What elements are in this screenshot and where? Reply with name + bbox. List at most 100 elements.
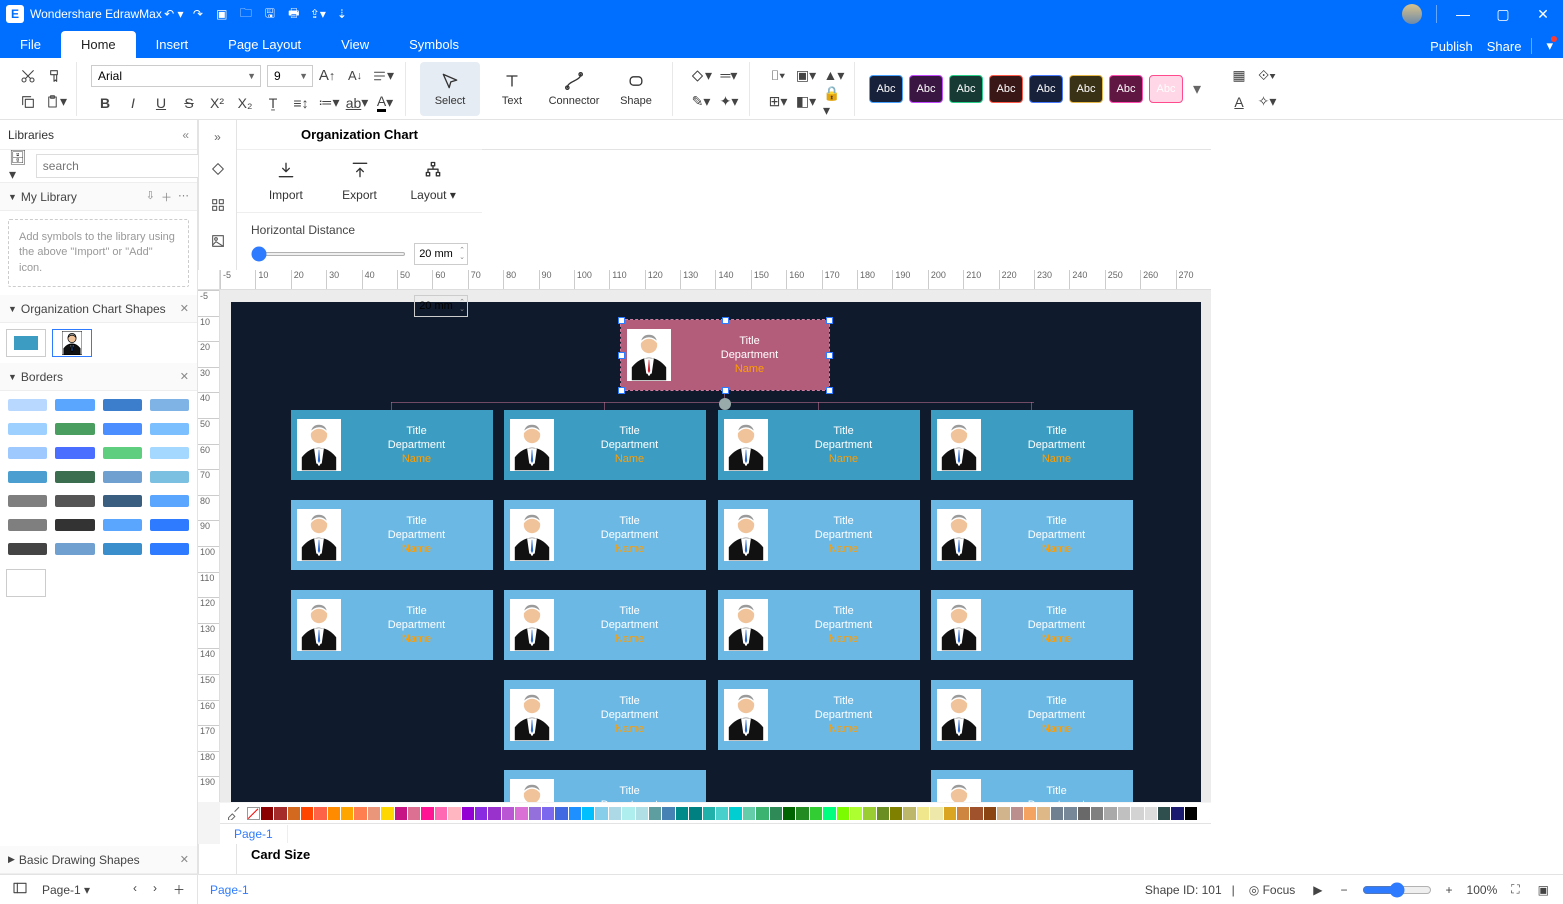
line-color-icon[interactable]: ✎▾	[690, 92, 712, 112]
color-swatch[interactable]	[462, 807, 474, 820]
org-card[interactable]: TitleDepartmentName	[504, 410, 706, 480]
play-icon[interactable]: ▶	[1309, 883, 1326, 897]
new-button[interactable]: ▣	[210, 7, 234, 21]
color-swatch[interactable]	[314, 807, 326, 820]
border-sample[interactable]	[55, 471, 94, 483]
selection-handle[interactable]	[826, 387, 833, 394]
menu-page-layout[interactable]: Page Layout	[208, 31, 321, 58]
style-swatch[interactable]: Abc	[1109, 75, 1143, 103]
border-sample[interactable]	[55, 495, 94, 507]
color-swatch[interactable]	[328, 807, 340, 820]
border-sample[interactable]	[103, 471, 142, 483]
color-swatch[interactable]	[783, 807, 795, 820]
color-swatch[interactable]	[1198, 807, 1210, 820]
selection-handle[interactable]	[618, 317, 625, 324]
color-swatch[interactable]	[569, 807, 581, 820]
org-shapes-section[interactable]: ▼Organization Chart Shapes ✕	[0, 295, 197, 323]
fill-color-icon[interactable]: ▾	[690, 66, 712, 86]
page-selector[interactable]: Page-1 ▾	[42, 883, 90, 897]
color-swatch[interactable]	[944, 807, 956, 820]
org-card[interactable]: TitleDepartmentName	[718, 410, 920, 480]
undo-button[interactable]: ↶ ▾	[162, 7, 186, 21]
bold-icon[interactable]: B	[94, 93, 116, 113]
color-swatch[interactable]	[1051, 807, 1063, 820]
add-page-icon[interactable]: ＋	[169, 881, 189, 898]
org-card[interactable]: TitleDepartmentName	[718, 500, 920, 570]
menu-view[interactable]: View	[321, 31, 389, 58]
color-swatch[interactable]	[395, 807, 407, 820]
color-swatch[interactable]	[529, 807, 541, 820]
color-swatch[interactable]	[770, 807, 782, 820]
color-swatch[interactable]	[689, 807, 701, 820]
border-sample[interactable]	[8, 447, 47, 459]
color-swatch[interactable]	[609, 807, 621, 820]
color-swatch[interactable]	[515, 807, 527, 820]
color-swatch[interactable]	[703, 807, 715, 820]
color-swatch[interactable]	[970, 807, 982, 820]
color-swatch[interactable]	[662, 807, 674, 820]
org-card[interactable]: TitleDepartmentName	[621, 320, 829, 390]
h-dist-slider[interactable]	[251, 252, 406, 256]
selection-handle[interactable]	[722, 317, 729, 324]
open-button[interactable]: 🗀	[234, 4, 258, 25]
zoom-in-icon[interactable]: +	[1442, 883, 1457, 897]
strike-icon[interactable]: S	[178, 93, 200, 113]
border-sample[interactable]	[55, 543, 94, 555]
border-sample[interactable]	[103, 495, 142, 507]
color-swatch[interactable]	[368, 807, 380, 820]
add-lib-icon[interactable]: ＋	[161, 189, 172, 205]
layout-view-icon[interactable]: ▦	[1228, 66, 1250, 86]
shadow-icon[interactable]: ✦▾	[718, 92, 740, 112]
border-sample[interactable]	[55, 399, 94, 411]
save-button[interactable]: 🖫	[258, 4, 282, 25]
text-format-icon[interactable]: A	[1228, 92, 1250, 112]
color-swatch[interactable]	[676, 807, 688, 820]
connector-tool[interactable]: Connector	[544, 62, 604, 116]
outline-view-icon[interactable]	[8, 880, 32, 899]
color-swatch[interactable]	[475, 807, 487, 820]
selection-handle[interactable]	[618, 352, 625, 359]
border-sample[interactable]	[150, 495, 189, 507]
style-swatch[interactable]: Abc	[1029, 75, 1063, 103]
format-image-icon[interactable]	[203, 226, 233, 256]
focus-button[interactable]: ◎ Focus	[1245, 883, 1300, 897]
lib-menu-icon[interactable]: ⋯	[178, 189, 189, 205]
font-size-combo[interactable]: 9▼	[267, 65, 313, 87]
bullets-icon[interactable]: ≔▾	[318, 93, 340, 113]
prev-page-icon[interactable]: ‹	[129, 881, 141, 898]
org-card[interactable]: TitleDepartmentName	[291, 590, 493, 660]
align-icon[interactable]: ⌷▾	[767, 66, 789, 86]
border-sample[interactable]	[8, 495, 47, 507]
selection-handle[interactable]	[826, 352, 833, 359]
export-button[interactable]: Export	[325, 160, 395, 202]
color-swatch[interactable]	[877, 807, 889, 820]
color-swatch[interactable]	[837, 807, 849, 820]
color-swatch[interactable]	[288, 807, 300, 820]
border-sample[interactable]	[103, 519, 142, 531]
import-lib-icon[interactable]: ⇩	[146, 189, 155, 205]
color-swatch[interactable]	[488, 807, 500, 820]
style-swatch[interactable]: Abc	[989, 75, 1023, 103]
user-avatar[interactable]	[1402, 4, 1422, 24]
org-card[interactable]: TitleDepartmentName	[718, 590, 920, 660]
paste-icon[interactable]: ▾	[45, 92, 67, 112]
org-card[interactable]: TitleDepartmentName	[504, 770, 706, 802]
color-swatch[interactable]	[957, 807, 969, 820]
border-sample[interactable]	[8, 399, 47, 411]
style-swatch[interactable]: Abc	[949, 75, 983, 103]
color-swatch[interactable]	[649, 807, 661, 820]
borders-section[interactable]: ▼Borders ✕	[0, 363, 197, 391]
org-card[interactable]: TitleDepartmentName	[504, 590, 706, 660]
color-swatch[interactable]	[1118, 807, 1130, 820]
library-type-icon[interactable]: 🗄▾	[9, 156, 27, 176]
maximize-button[interactable]: ▢	[1483, 6, 1523, 23]
color-swatch[interactable]	[823, 807, 835, 820]
export-button[interactable]: ⇪▾	[306, 7, 330, 21]
style-swatch[interactable]: Abc	[909, 75, 943, 103]
color-swatch[interactable]	[1145, 807, 1157, 820]
org-card[interactable]: TitleDepartmentName	[718, 680, 920, 750]
org-card[interactable]: TitleDepartmentName	[931, 590, 1133, 660]
org-card[interactable]: TitleDepartmentName	[931, 680, 1133, 750]
style-swatch[interactable]: Abc	[869, 75, 903, 103]
border-sample[interactable]	[8, 543, 47, 555]
